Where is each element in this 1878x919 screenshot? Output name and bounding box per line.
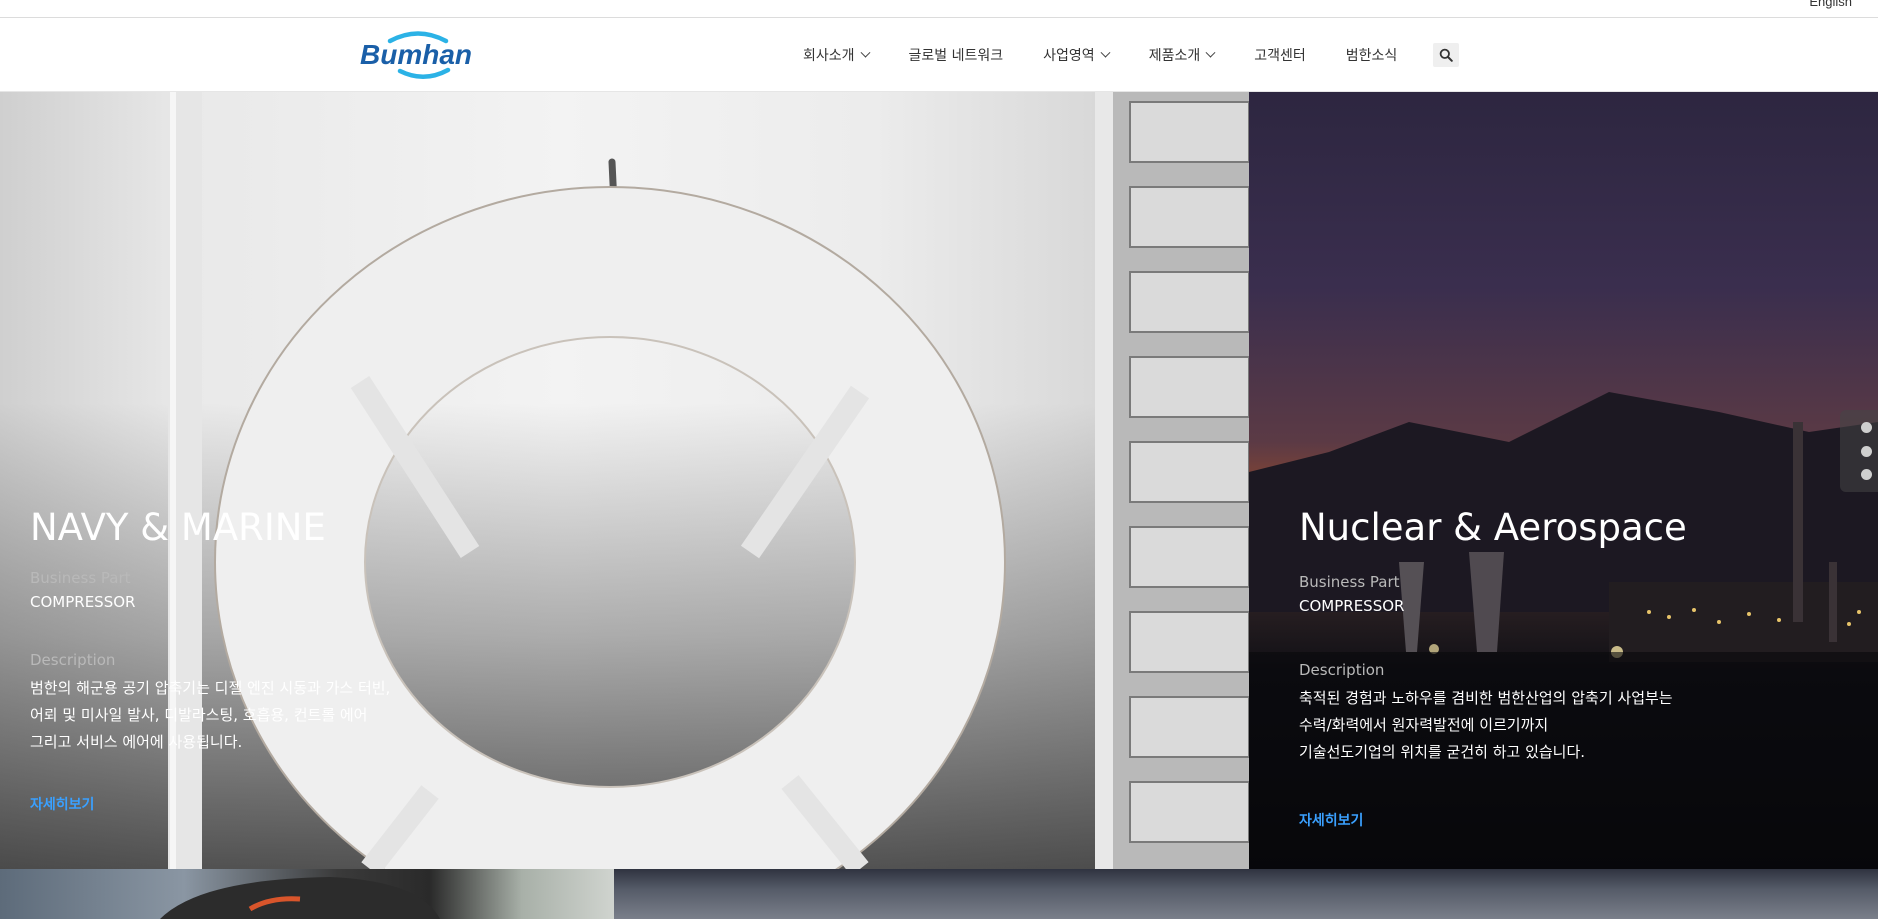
nav-news[interactable]: 범한소식 bbox=[1346, 45, 1398, 65]
business-part-value: COMPRESSOR bbox=[1299, 597, 1405, 615]
nav-label: 사업영역 bbox=[1043, 48, 1095, 64]
nav-products[interactable]: 제품소개 bbox=[1148, 45, 1216, 65]
helmet-photo bbox=[160, 877, 440, 919]
search-icon bbox=[1439, 48, 1454, 62]
next-section-image-left bbox=[0, 869, 614, 919]
hero-panel-nuclear-aerospace: Nuclear & Aerospace Business Part COMPRE… bbox=[1249, 92, 1878, 869]
view-more-link[interactable]: 자세히보기 bbox=[30, 794, 94, 814]
description-label: Description bbox=[30, 651, 116, 669]
pager-dot[interactable] bbox=[1860, 468, 1872, 480]
language-link[interactable]: English bbox=[1809, 0, 1852, 9]
nav-label: 고객센터 bbox=[1254, 48, 1306, 64]
section-pager bbox=[1840, 410, 1878, 492]
site-header: Bumhan 회사소개 글로벌 네트워크 사업영역 제품소개 고객센터 범한소식 bbox=[0, 18, 1878, 92]
description-line: 기술선도기업의 위치를 굳건히 하고 있습니다. bbox=[1299, 743, 1586, 761]
panel-title: NAVY & MARINE bbox=[30, 506, 326, 549]
pager-dot[interactable] bbox=[1860, 422, 1872, 434]
description-line: 축적된 경험과 노하우를 겸비한 범한산업의 압축기 사업부는 bbox=[1299, 689, 1673, 707]
next-section-image-right bbox=[614, 869, 1878, 919]
nav-label: 범한소식 bbox=[1345, 48, 1398, 64]
description-text: 축적된 경험과 노하우를 겸비한 범한산업의 압축기 사업부는 수력/화력에서 … bbox=[1299, 685, 1859, 766]
chevron-down-icon bbox=[1100, 47, 1111, 58]
chevron-down-icon bbox=[860, 47, 870, 58]
bumhan-logo-mark: Bumhan bbox=[360, 31, 472, 79]
description-line: 수력/화력에서 원자력발전에 이르기까지 bbox=[1299, 716, 1549, 734]
nuclear-aerospace-text-block: Nuclear & Aerospace Business Part COMPRE… bbox=[1299, 506, 1859, 830]
pager-dot[interactable] bbox=[1860, 445, 1872, 457]
business-part-label: Business Part bbox=[30, 569, 131, 587]
description-line: 범한의 해군용 공기 압축기는 디젤 엔진 시동과 가스 터빈, bbox=[30, 679, 391, 697]
nav-label: 회사소개 bbox=[803, 48, 855, 64]
search-button[interactable] bbox=[1433, 43, 1460, 67]
business-part-label: Business Part bbox=[1299, 573, 1400, 591]
svg-text:Bumhan: Bumhan bbox=[360, 39, 472, 70]
description-line: 그리고 서비스 에어에 사용됩니다. bbox=[30, 733, 243, 751]
description-label: Description bbox=[1299, 661, 1385, 679]
nav-label: 글로벌 네트워크 bbox=[908, 48, 1004, 64]
nav-customer-center[interactable]: 고객센터 bbox=[1254, 45, 1306, 65]
view-more-link[interactable]: 자세히보기 bbox=[1299, 810, 1363, 830]
description-text: 범한의 해군용 공기 압축기는 디젤 엔진 시동과 가스 터빈, 어뢰 및 미사… bbox=[30, 675, 550, 756]
business-part-value: COMPRESSOR bbox=[30, 593, 136, 611]
hero-panel-navy-marine: NAVY & MARINE Business Part COMPRESSOR D… bbox=[0, 92, 1249, 869]
page: English Bumhan 회사소개 글로벌 네트워크 사업영역 제품소개 고… bbox=[0, 0, 1878, 919]
nav-global-network[interactable]: 글로벌 네트워크 bbox=[909, 45, 1004, 65]
nav-company[interactable]: 회사소개 bbox=[803, 45, 870, 65]
nav-label: 제품소개 bbox=[1148, 48, 1201, 64]
panel-title: Nuclear & Aerospace bbox=[1299, 506, 1687, 549]
main-nav: 회사소개 글로벌 네트워크 사업영역 제품소개 고객센터 범한소식 bbox=[803, 18, 1460, 92]
top-utility-bar: English bbox=[0, 0, 1878, 18]
navy-marine-text-block: NAVY & MARINE Business Part COMPRESSOR D… bbox=[30, 506, 550, 814]
description-line: 어뢰 및 미사일 발사, 디발라스팅, 호흡용, 컨트롤 에어 bbox=[30, 706, 368, 724]
nav-business[interactable]: 사업영역 bbox=[1043, 45, 1111, 65]
chevron-down-icon bbox=[1205, 47, 1216, 58]
brand-logo[interactable]: Bumhan bbox=[360, 30, 480, 80]
